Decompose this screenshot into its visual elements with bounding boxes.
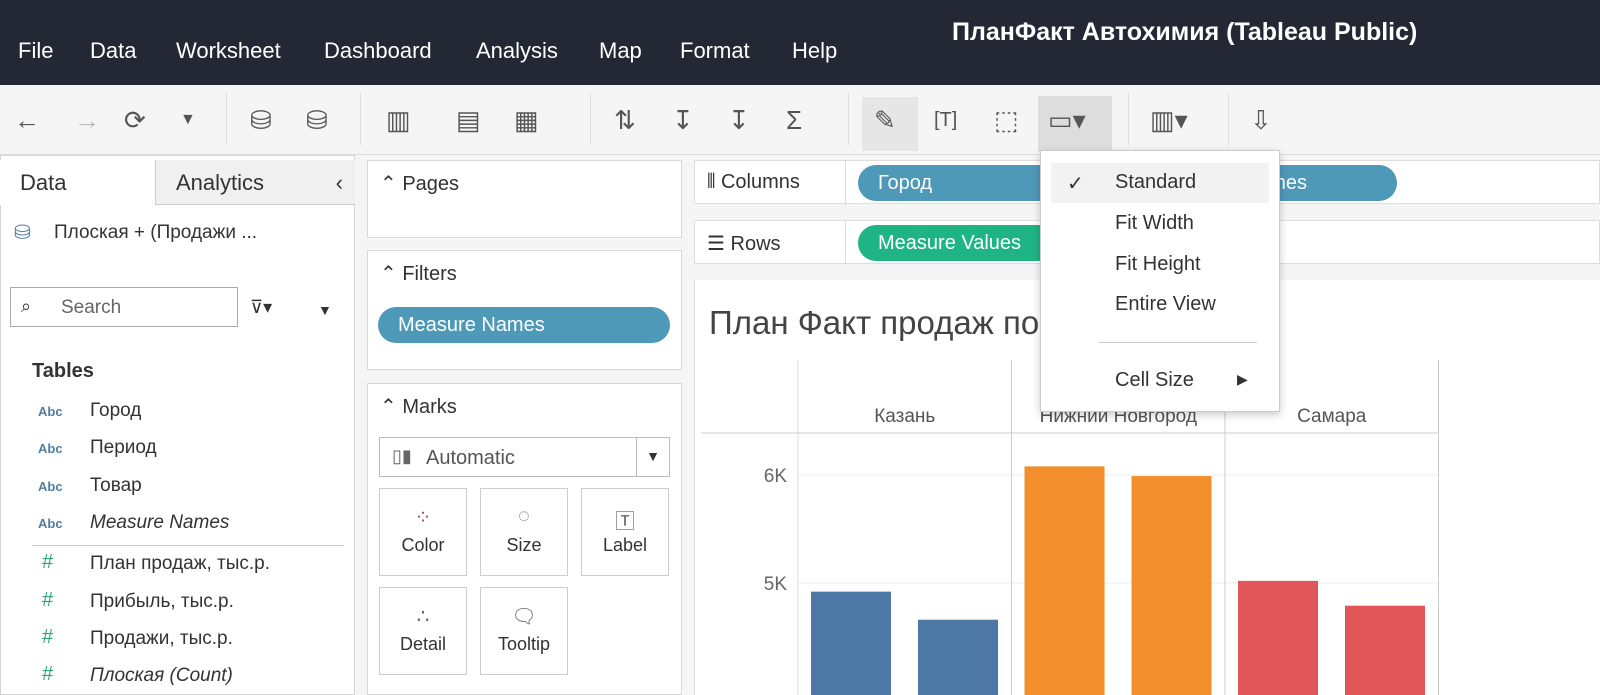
pause-datasource-icon[interactable]: ⛁: [306, 103, 328, 137]
columns-icon: ⫴: [707, 171, 716, 193]
menu-help[interactable]: Help: [792, 38, 837, 64]
swap-icon[interactable]: ⇅: [614, 103, 636, 137]
field-label: Плоская (Count): [90, 665, 233, 686]
label-button[interactable]: 🅃 Label: [581, 488, 669, 576]
collapse-icon: ⌃: [380, 396, 397, 418]
bar[interactable]: [1345, 605, 1425, 695]
y-tick-label: 6K: [764, 466, 788, 487]
filter-icon[interactable]: ⊽▾: [250, 297, 272, 318]
sum-icon[interactable]: Σ: [786, 103, 802, 137]
y-tick-label: 5K: [764, 574, 788, 595]
check-icon: ✓: [1067, 173, 1084, 195]
text-label-icon[interactable]: [T]: [934, 103, 957, 137]
bar[interactable]: [1131, 476, 1212, 695]
pane-header: Казань: [874, 406, 935, 427]
menu-item-cell-size[interactable]: Cell Size: [1115, 369, 1194, 392]
field-label: Продажи, тыс.р.: [90, 628, 233, 649]
submenu-arrow-icon: ▶: [1237, 371, 1248, 387]
bar[interactable]: [1238, 580, 1318, 695]
detail-icon: ∴: [416, 606, 430, 628]
search-icon: ⌕: [21, 296, 32, 316]
detail-button[interactable]: ∴ Detail: [379, 587, 467, 675]
highlight-icon[interactable]: ✎: [874, 103, 896, 137]
bar-icon: ▯▮: [392, 446, 412, 466]
toolbar: ← → ⟳ ▼ ⛁ ⛁ ▥ ▤ ▦ ⇅ ↧ ↧ Σ ✎ [T] ⬚ ▭▾ ▥▾ …: [0, 85, 1600, 155]
menu-map[interactable]: Map: [599, 38, 642, 64]
window-title: ПланФакт Автохимия (Tableau Public): [952, 18, 1418, 46]
bar[interactable]: [918, 619, 998, 695]
measure-type-icon: #: [42, 663, 54, 685]
datasource-icon: ⛁: [14, 222, 31, 244]
chevron-down-icon[interactable]: ▼: [318, 302, 332, 318]
dimension-type-icon: Abc: [38, 441, 63, 456]
menu-item-fit-width[interactable]: Fit Width: [1115, 212, 1194, 235]
menu-file[interactable]: File: [18, 38, 53, 64]
pane-header: Самара: [1297, 406, 1367, 427]
bar[interactable]: [1024, 466, 1105, 695]
filters-card: ⌃ Filters Measure Names: [367, 250, 682, 370]
collapse-icon: ‹: [335, 170, 343, 195]
color-button[interactable]: ⁘ Color: [379, 488, 467, 576]
field-label: Прибыль, тыс.р.: [90, 591, 234, 612]
tab-analytics[interactable]: Analytics ‹: [155, 160, 355, 205]
label-icon: 🅃: [615, 511, 635, 533]
menu-worksheet[interactable]: Worksheet: [176, 38, 281, 64]
menu-bar: File Data Worksheet Dashboard Analysis M…: [0, 0, 1600, 85]
fit-icon[interactable]: ▭▾: [1048, 103, 1086, 137]
menu-item-standard[interactable]: Standard: [1115, 171, 1196, 194]
menu-item-fit-height[interactable]: Fit Height: [1115, 253, 1201, 276]
datasource-name[interactable]: Плоская + (Продажи ...: [54, 222, 257, 244]
field-label: Measure Names: [90, 512, 230, 533]
rows-icon: ☰: [707, 233, 725, 255]
menu-data[interactable]: Data: [90, 38, 136, 64]
menu-item-entire-view[interactable]: Entire View: [1115, 293, 1216, 316]
tooltip-button[interactable]: 🗨 Tooltip: [480, 587, 568, 675]
pages-card: ⌃ Pages: [367, 160, 682, 238]
tab-data[interactable]: Data: [0, 160, 155, 205]
collapse-icon: ⌃: [380, 263, 397, 285]
dimension-type-icon: Abc: [38, 404, 63, 419]
chevron-down-icon[interactable]: ▼: [180, 103, 196, 137]
menu-analysis[interactable]: Analysis: [476, 38, 558, 64]
size-icon: ◌: [518, 505, 530, 527]
measure-type-icon: #: [42, 626, 54, 648]
new-datasource-icon[interactable]: ⛁: [250, 103, 272, 137]
new-worksheet-icon[interactable]: ▥: [386, 103, 411, 137]
sort-descending-icon[interactable]: ↧: [728, 103, 750, 137]
show-me-icon[interactable]: ▥▾: [1150, 103, 1188, 137]
marks-card: ⌃ Marks ▯▮ Automatic ▼ ⁘ Color ◌ Size 🅃 Lab…: [367, 383, 682, 695]
menu-format[interactable]: Format: [680, 38, 750, 64]
forward-icon[interactable]: →: [74, 103, 100, 137]
size-button[interactable]: ◌ Size: [480, 488, 568, 576]
download-icon[interactable]: ⇩: [1250, 103, 1272, 137]
filter-pill[interactable]: Measure Names: [378, 307, 670, 343]
bar[interactable]: [811, 591, 891, 695]
tooltip-icon: 🗨: [511, 606, 537, 628]
color-icon: ⁘: [414, 507, 432, 529]
tables-heading: Tables: [32, 360, 94, 382]
row-pill-measure-values[interactable]: Measure Values: [858, 225, 1058, 261]
mark-type-select[interactable]: ▯▮ Automatic ▼: [379, 437, 670, 477]
field-label: Период: [90, 437, 157, 458]
dimension-type-icon: Abc: [38, 479, 63, 494]
clear-sheet-icon[interactable]: ▦: [514, 103, 539, 137]
duplicate-sheet-icon[interactable]: ▤: [456, 103, 481, 137]
fit-dropdown-menu: ✓ Standard Fit Width Fit Height Entire V…: [1040, 150, 1280, 412]
back-icon[interactable]: ←: [14, 103, 40, 137]
chevron-down-icon: ▼: [636, 438, 669, 476]
field-label: План продаж, тыс.р.: [90, 553, 270, 574]
field-label: Товар: [90, 475, 142, 496]
sort-ascending-icon[interactable]: ↧: [672, 103, 694, 137]
format-icon[interactable]: ⬚: [994, 103, 1019, 137]
measure-type-icon: #: [42, 589, 54, 611]
redo-loop-icon[interactable]: ⟳: [124, 103, 146, 137]
collapse-icon: ⌃: [380, 173, 397, 195]
dimension-type-icon: Abc: [38, 516, 63, 531]
measure-type-icon: #: [42, 551, 54, 573]
search-input[interactable]: ⌕ Search: [10, 287, 238, 327]
menu-dashboard[interactable]: Dashboard: [324, 38, 432, 64]
field-label: Город: [90, 400, 142, 421]
